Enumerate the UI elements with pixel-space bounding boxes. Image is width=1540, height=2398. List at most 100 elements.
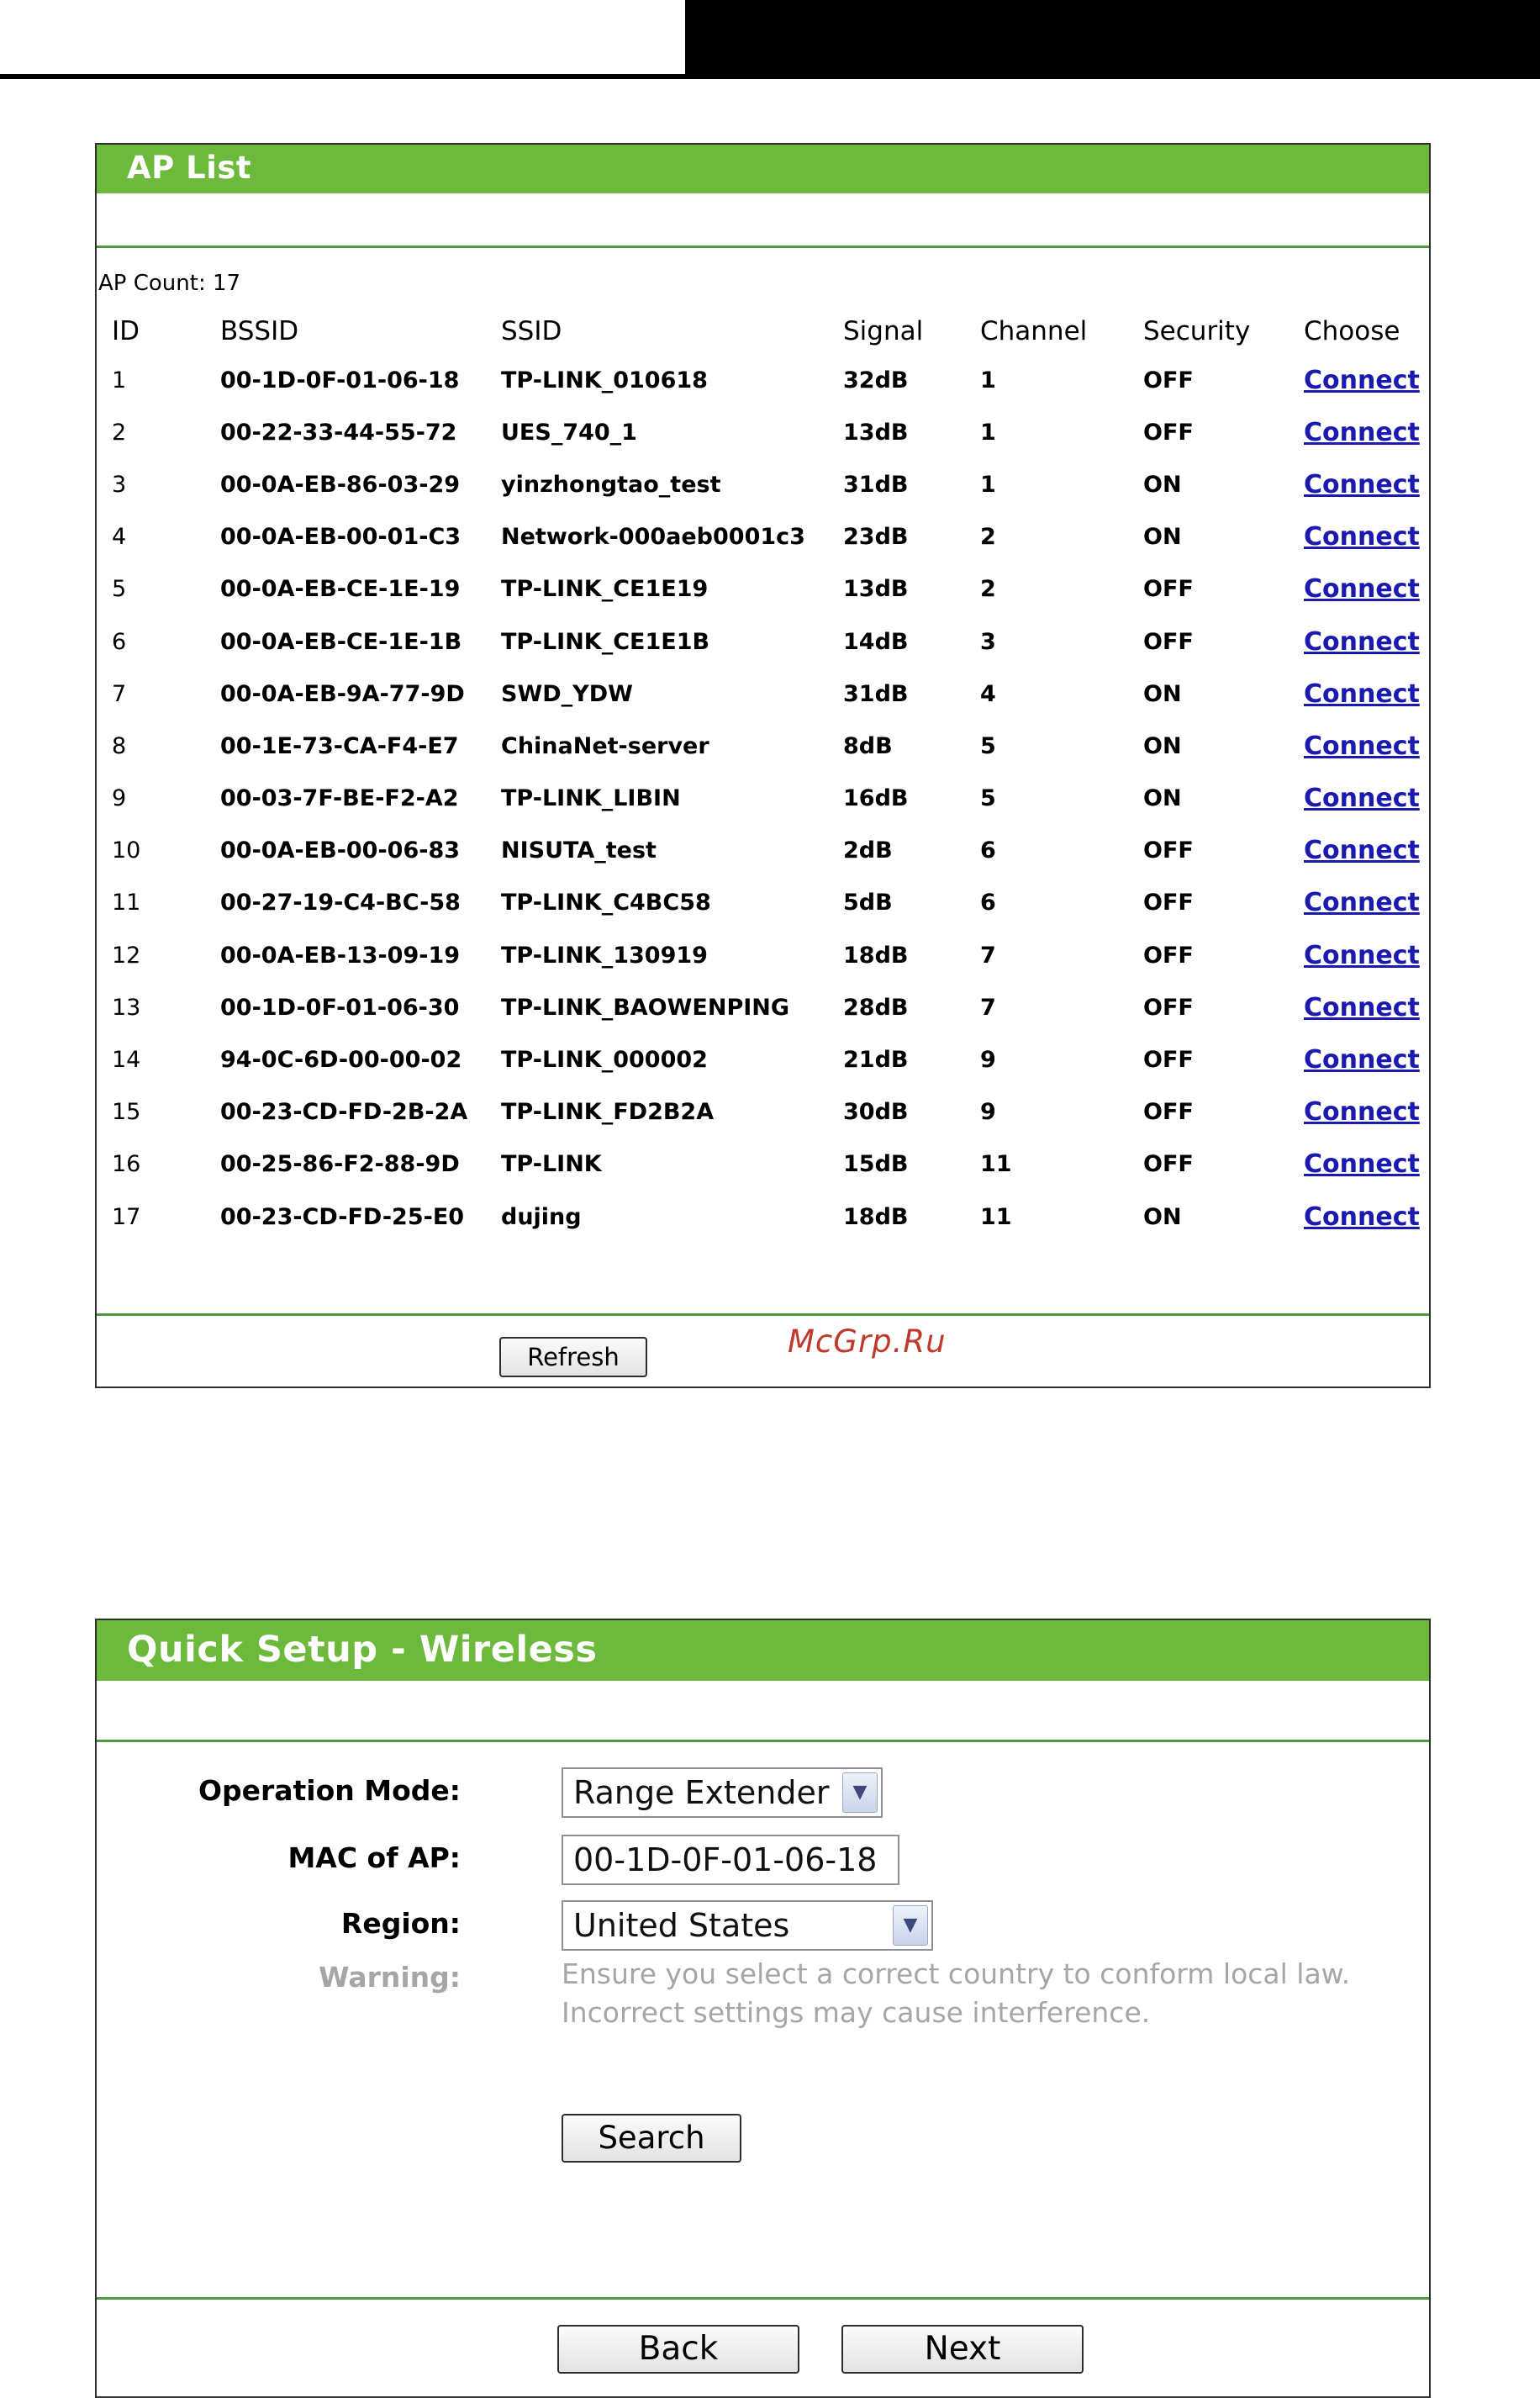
cell-security: OFF bbox=[1143, 890, 1194, 916]
cell-security: ON bbox=[1143, 732, 1182, 759]
cell-channel: 11 bbox=[980, 1203, 1012, 1230]
cell-security: OFF bbox=[1143, 942, 1194, 969]
quick-setup-panel: Quick Setup - Wireless Operation Mode: R… bbox=[95, 1619, 1431, 2398]
connect-link[interactable]: Connect bbox=[1304, 1045, 1420, 1075]
cell-channel: 5 bbox=[980, 732, 996, 759]
refresh-button[interactable]: Refresh bbox=[499, 1337, 647, 1377]
cell-channel: 7 bbox=[980, 994, 996, 1021]
cell-id: 2 bbox=[112, 419, 127, 446]
connect-link[interactable]: Connect bbox=[1304, 1202, 1420, 1232]
cell-security: OFF bbox=[1143, 837, 1194, 864]
table-row: 1 00-1D-0F-01-06-18 TP-LINK_010618 32dB 1 OFF… bbox=[97, 354, 1432, 406]
cell-ssid: yinzhongtao_test bbox=[501, 471, 721, 498]
cell-channel: 4 bbox=[980, 680, 996, 707]
operation-mode-select[interactable]: Range Extender ▼ bbox=[562, 1767, 883, 1818]
cell-signal: 28dB bbox=[843, 994, 909, 1021]
mac-of-ap-input[interactable]: 00-1D-0F-01-06-18 bbox=[562, 1835, 899, 1885]
cell-id: 12 bbox=[112, 942, 141, 969]
cell-choose: Connect bbox=[1304, 668, 1432, 720]
cell-security: OFF bbox=[1143, 419, 1194, 446]
cell-signal: 14dB bbox=[843, 628, 909, 655]
cell-signal: 15dB bbox=[843, 1151, 909, 1178]
cell-channel: 1 bbox=[980, 367, 996, 394]
cell-channel: 1 bbox=[980, 471, 996, 498]
cell-signal: 21dB bbox=[843, 1047, 909, 1074]
cell-bssid: 00-23-CD-FD-25-E0 bbox=[220, 1203, 465, 1230]
table-row: 2 00-22-33-44-55-72 UES_740_1 13dB 1 OFF Conne… bbox=[97, 406, 1432, 458]
page-header-block bbox=[685, 0, 1540, 79]
connect-link[interactable]: Connect bbox=[1304, 888, 1420, 917]
ap-list-panel: AP List AP Count: 17 ID BSSID SSID Signa… bbox=[95, 143, 1431, 1388]
cell-id: 8 bbox=[112, 732, 127, 759]
connect-link[interactable]: Connect bbox=[1304, 679, 1420, 709]
table-row: 17 00-23-CD-FD-25-E0 dujing 18dB 11 ON Connect bbox=[97, 1191, 1432, 1243]
back-button[interactable]: Back bbox=[557, 2325, 799, 2374]
connect-link[interactable]: Connect bbox=[1304, 418, 1420, 447]
col-signal: Signal bbox=[843, 316, 924, 346]
cell-ssid: SWD_YDW bbox=[501, 680, 633, 707]
cell-choose: Connect bbox=[1304, 720, 1432, 772]
col-choose: Choose bbox=[1304, 316, 1400, 346]
cell-id: 16 bbox=[112, 1151, 141, 1178]
cell-bssid: 00-03-7F-BE-F2-A2 bbox=[220, 785, 459, 812]
table-row: 8 00-1E-73-CA-F4-E7 ChinaNet-server 8dB 5 ON C… bbox=[97, 720, 1432, 772]
cell-channel: 6 bbox=[980, 837, 996, 864]
connect-link[interactable]: Connect bbox=[1304, 574, 1420, 604]
connect-link[interactable]: Connect bbox=[1304, 627, 1420, 657]
connect-link[interactable]: Connect bbox=[1304, 470, 1420, 499]
watermark: McGrp.Ru bbox=[788, 1323, 947, 1360]
cell-id: 1 bbox=[112, 367, 127, 394]
connect-link[interactable]: Connect bbox=[1304, 993, 1420, 1022]
cell-ssid: TP-LINK_C4BC58 bbox=[501, 890, 711, 916]
cell-security: OFF bbox=[1143, 576, 1194, 603]
cell-ssid: dujing bbox=[501, 1203, 582, 1230]
connect-link[interactable]: Connect bbox=[1304, 732, 1420, 761]
cell-id: 10 bbox=[112, 837, 141, 864]
cell-signal: 23dB bbox=[843, 524, 909, 551]
cell-bssid: 00-23-CD-FD-2B-2A bbox=[220, 1099, 468, 1126]
cell-security: OFF bbox=[1143, 628, 1194, 655]
cell-signal: 31dB bbox=[843, 680, 909, 707]
cell-ssid: TP-LINK_LIBIN bbox=[501, 785, 681, 812]
cell-choose: Connect bbox=[1304, 981, 1432, 1033]
table-row: 11 00-27-19-C4-BC-58 TP-LINK_C4BC58 5dB 6 OFF… bbox=[97, 877, 1432, 929]
cell-channel: 2 bbox=[980, 524, 996, 551]
connect-link[interactable]: Connect bbox=[1304, 836, 1420, 865]
next-button[interactable]: Next bbox=[841, 2325, 1084, 2374]
operation-mode-value: Range Extender bbox=[573, 1774, 830, 1811]
connect-link[interactable]: Connect bbox=[1304, 366, 1420, 395]
cell-ssid: TP-LINK_010618 bbox=[501, 367, 708, 394]
search-button[interactable]: Search bbox=[562, 2114, 741, 2163]
cell-choose: Connect bbox=[1304, 1138, 1432, 1191]
cell-id: 9 bbox=[112, 785, 127, 812]
connect-link[interactable]: Connect bbox=[1304, 1097, 1420, 1127]
cell-id: 6 bbox=[112, 628, 127, 655]
table-row: 13 00-1D-0F-01-06-30 TP-LINK_BAOWENPING 28d… bbox=[97, 981, 1432, 1033]
connect-link[interactable]: Connect bbox=[1304, 941, 1420, 970]
col-ssid: SSID bbox=[501, 316, 562, 346]
region-label: Region: bbox=[340, 1907, 461, 1940]
warning-label: Warning: bbox=[319, 1961, 461, 1994]
cell-id: 14 bbox=[112, 1047, 141, 1074]
connect-link[interactable]: Connect bbox=[1304, 522, 1420, 552]
cell-security: ON bbox=[1143, 1203, 1182, 1230]
connect-link[interactable]: Connect bbox=[1304, 784, 1420, 813]
warning-text: Ensure you select a correct country to c… bbox=[562, 1955, 1369, 2032]
cell-security: OFF bbox=[1143, 1047, 1194, 1074]
table-row: 16 00-25-86-F2-88-9D TP-LINK 15dB 11 OFF Conne… bbox=[97, 1138, 1432, 1191]
cell-ssid: TP-LINK_000002 bbox=[501, 1047, 708, 1074]
cell-signal: 30dB bbox=[843, 1099, 909, 1126]
chevron-down-icon[interactable]: ▼ bbox=[842, 1772, 878, 1813]
cell-choose: Connect bbox=[1304, 929, 1432, 981]
cell-choose: Connect bbox=[1304, 406, 1432, 458]
table-row: 15 00-23-CD-FD-2B-2A TP-LINK_FD2B2A 30dB 9 OF… bbox=[97, 1086, 1432, 1138]
cell-channel: 7 bbox=[980, 942, 996, 969]
cell-id: 13 bbox=[112, 994, 141, 1021]
ap-list-bottom-rule bbox=[97, 1313, 1429, 1316]
region-select[interactable]: United States ▼ bbox=[562, 1900, 933, 1951]
cell-bssid: 94-0C-6D-00-00-02 bbox=[220, 1047, 462, 1074]
cell-ssid: UES_740_1 bbox=[501, 419, 637, 446]
cell-choose: Connect bbox=[1304, 877, 1432, 929]
chevron-down-icon[interactable]: ▼ bbox=[893, 1905, 928, 1946]
connect-link[interactable]: Connect bbox=[1304, 1149, 1420, 1179]
